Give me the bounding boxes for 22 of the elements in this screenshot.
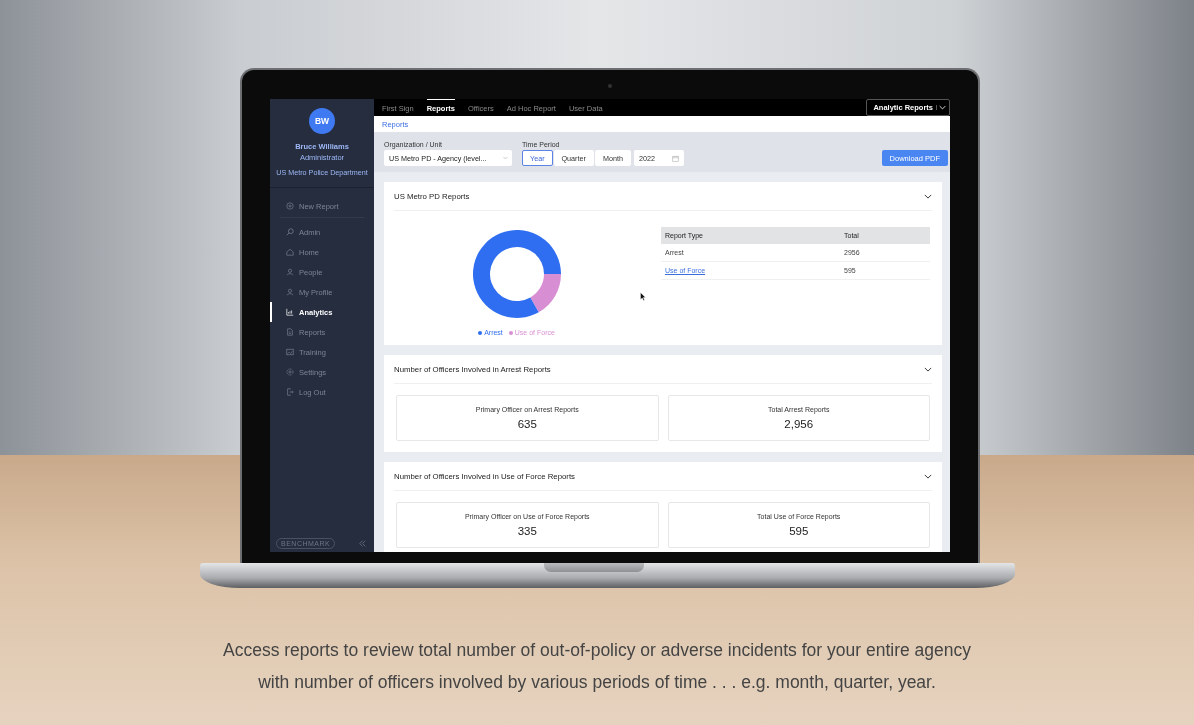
stat-value: 2,956 bbox=[784, 418, 814, 430]
calendar-icon bbox=[671, 154, 679, 162]
stat-value: 595 bbox=[789, 525, 809, 537]
stat-value: 635 bbox=[517, 418, 537, 430]
chevron-down-icon[interactable] bbox=[924, 193, 932, 199]
logout-icon bbox=[286, 388, 294, 396]
person-icon bbox=[286, 268, 294, 276]
home-icon bbox=[286, 248, 294, 256]
chevron-down-icon[interactable] bbox=[924, 473, 932, 479]
plus-circle-icon bbox=[286, 202, 294, 210]
document-icon bbox=[286, 328, 294, 336]
chevron-down-icon[interactable] bbox=[924, 366, 932, 372]
chart-icon bbox=[286, 308, 294, 316]
stat-value: 335 bbox=[517, 525, 537, 537]
user-avatar: BW bbox=[309, 108, 335, 134]
person-icon bbox=[286, 288, 294, 296]
search-icon bbox=[286, 228, 294, 236]
mouse-pointer-icon bbox=[640, 292, 646, 301]
settings-icon bbox=[286, 368, 294, 376]
picture-icon bbox=[286, 348, 294, 356]
chevron-down-icon[interactable] bbox=[936, 105, 946, 110]
caption-text: Access reports to review total number of out-of-policy or adverse incidents for your entire agency with number of officers involved by various periods of time . . . e.g. month, quarter, year. bbox=[222, 639, 972, 694]
